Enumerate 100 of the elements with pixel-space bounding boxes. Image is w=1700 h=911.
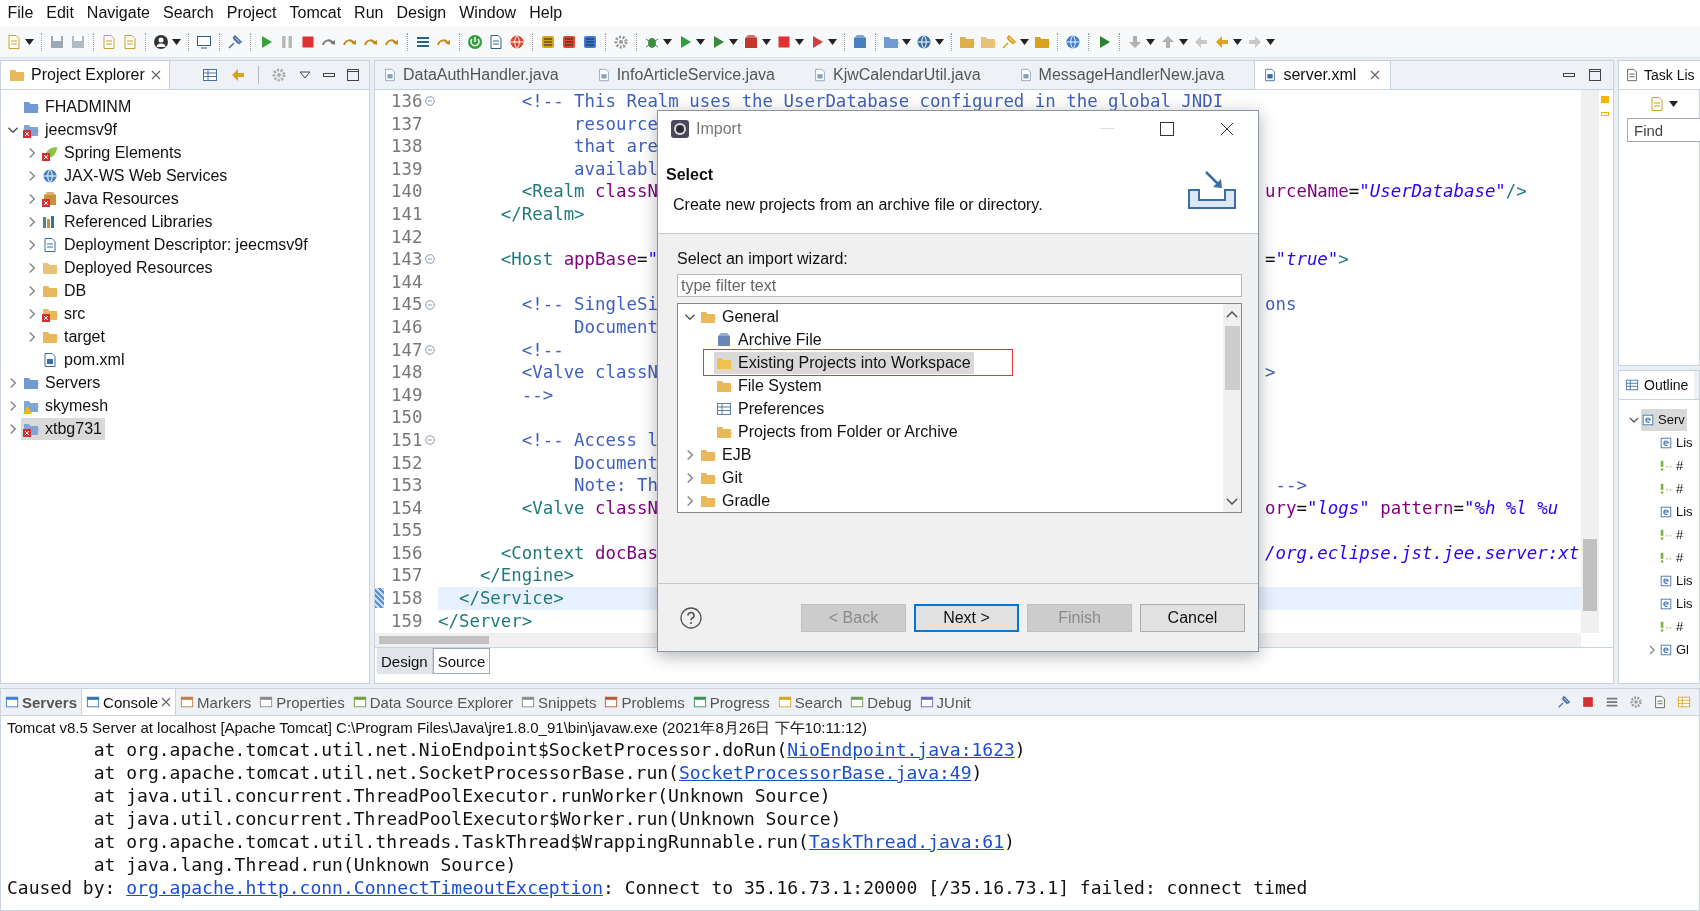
- tree-item[interactable]: skymesh: [21, 394, 112, 417]
- tree-item[interactable]: Deployed Resources: [40, 256, 216, 279]
- help-icon[interactable]: [680, 606, 702, 629]
- view-tab[interactable]: Progress: [688, 689, 774, 715]
- tree-item[interactable]: FHADMINM: [21, 95, 135, 118]
- caret-icon[interactable]: [828, 38, 837, 45]
- close-icon[interactable]: [161, 697, 172, 707]
- scrollbar[interactable]: [1581, 90, 1599, 633]
- view-tab[interactable]: Console: [81, 689, 177, 715]
- link[interactable]: org.apache.http.conn.ConnectTimeoutException: [126, 877, 604, 898]
- tree-item[interactable]: Referenced Libraries: [40, 210, 216, 233]
- caret-icon[interactable]: [696, 38, 705, 45]
- link[interactable]: TaskThread.java:61: [808, 831, 1004, 852]
- menu-item[interactable]: Run: [347, 4, 390, 22]
- menu-item[interactable]: Tomcat: [283, 4, 348, 22]
- tile-icon[interactable]: [561, 33, 577, 50]
- collapse-icon[interactable]: [425, 299, 435, 310]
- collapse-all-icon[interactable]: [202, 67, 218, 83]
- tile-icon[interactable]: [540, 33, 556, 50]
- lines-icon[interactable]: [1605, 695, 1619, 709]
- view-menu-icon[interactable]: [299, 71, 311, 79]
- caret-icon[interactable]: [902, 38, 911, 45]
- tree-item[interactable]: target: [40, 325, 108, 348]
- caret-icon[interactable]: [1146, 38, 1155, 45]
- tile-icon[interactable]: [582, 33, 598, 50]
- editor-mode-tab[interactable]: Design: [377, 648, 433, 674]
- pause-icon[interactable]: [279, 33, 295, 50]
- caret-icon[interactable]: [762, 38, 771, 45]
- minimize-icon[interactable]: [1563, 73, 1575, 77]
- tree-item[interactable]: JAX-WS Web Services: [40, 164, 231, 187]
- warning-marker[interactable]: [1601, 96, 1609, 103]
- tree-item[interactable]: xtbg731: [21, 417, 105, 440]
- dialog-button[interactable]: Next >: [914, 603, 1019, 632]
- scrollbar[interactable]: [1223, 304, 1241, 512]
- collapse-icon[interactable]: [425, 96, 435, 107]
- tree-item[interactable]: DB: [40, 279, 90, 302]
- tree-item[interactable]: Deployment Descriptor: jeecmsv9f: [40, 233, 311, 256]
- document-icon[interactable]: [488, 33, 504, 50]
- globe-icon[interactable]: [509, 33, 525, 50]
- scrollbar-thumb[interactable]: [1583, 539, 1597, 611]
- table-icon[interactable]: [1677, 695, 1691, 709]
- tree-item[interactable]: Servers: [21, 371, 104, 394]
- tree-item[interactable]: Spring Elements: [40, 141, 185, 164]
- caret-icon[interactable]: [1233, 38, 1242, 45]
- caret-icon[interactable]: [795, 38, 804, 45]
- minimize-icon[interactable]: [323, 73, 335, 77]
- tree-item[interactable]: #: [1659, 546, 1686, 569]
- scrollbar-thumb[interactable]: [1224, 326, 1240, 390]
- tree-item[interactable]: #: [1659, 523, 1686, 546]
- view-tab[interactable]: Search: [773, 689, 847, 715]
- tree-item[interactable]: Archive File: [714, 328, 825, 351]
- find-field[interactable]: Find: [1627, 118, 1700, 142]
- menu-item[interactable]: Help: [522, 4, 569, 22]
- editor-tab[interactable]: InfoArticleService.java: [588, 61, 805, 89]
- tree-item[interactable]: Gl: [1659, 638, 1691, 661]
- filter-icon[interactable]: [271, 67, 287, 83]
- caret-icon[interactable]: [935, 38, 944, 45]
- editor-tab[interactable]: server.xml: [1254, 61, 1392, 89]
- view-tab[interactable]: JUnit: [915, 689, 975, 715]
- tree-item[interactable]: Projects from Folder or Archive: [714, 420, 961, 443]
- save-icon[interactable]: [70, 33, 86, 50]
- editor-tab[interactable]: KjwCalendarUtil.java: [804, 61, 1011, 89]
- tree-item[interactable]: Preferences: [714, 397, 828, 420]
- caret-icon[interactable]: [25, 38, 34, 45]
- view-tab[interactable]: Snippets: [517, 689, 601, 715]
- view-tab[interactable]: Project Explorer: [1, 61, 170, 89]
- caret-icon[interactable]: [172, 38, 181, 45]
- view-tab[interactable]: Debug: [846, 689, 916, 715]
- caret-icon[interactable]: [1179, 38, 1188, 45]
- tree-item[interactable]: #: [1659, 454, 1686, 477]
- globe-icon[interactable]: [1065, 33, 1081, 50]
- link[interactable]: NioEndpoint.java:1623: [787, 739, 1015, 760]
- tree-item[interactable]: Lis: [1659, 500, 1695, 523]
- package-icon[interactable]: [743, 33, 759, 50]
- tree-item[interactable]: Gradle: [698, 489, 774, 512]
- caret-icon[interactable]: [1266, 38, 1275, 45]
- filter-field[interactable]: type filter text: [677, 274, 1242, 297]
- monitor-icon[interactable]: [196, 33, 212, 50]
- dialog-button[interactable]: Cancel: [1140, 603, 1245, 632]
- tree-item[interactable]: Lis: [1659, 569, 1695, 592]
- tree-item[interactable]: #: [1659, 615, 1686, 638]
- package-icon[interactable]: [852, 33, 868, 50]
- save-icon[interactable]: [49, 33, 65, 50]
- tree-item[interactable]: Lis: [1659, 592, 1695, 615]
- tree-item[interactable]: pom.xml: [40, 348, 128, 371]
- view-tab[interactable]: Outline: [1619, 371, 1695, 399]
- caret-icon[interactable]: [1669, 101, 1678, 107]
- gear-icon[interactable]: [1629, 695, 1643, 709]
- menu-item[interactable]: File: [1, 4, 40, 22]
- menu-item[interactable]: Navigate: [80, 4, 157, 22]
- close-icon[interactable]: [1220, 121, 1234, 136]
- caret-icon[interactable]: [663, 38, 672, 45]
- view-tab[interactable]: Properties: [255, 689, 349, 715]
- caret-icon[interactable]: [1020, 38, 1029, 45]
- tree-item[interactable]: Git: [698, 466, 746, 489]
- globe-icon[interactable]: [916, 33, 932, 50]
- editor-tab[interactable]: MessageHandlerNew.java: [1010, 61, 1255, 89]
- tree-item[interactable]: Java Resources: [40, 187, 182, 210]
- power-icon[interactable]: [467, 33, 483, 50]
- wizard-list[interactable]: General Archive File Existing Projects into Workspace File System Preferences Projects from Folder or Archive EJB Git Gradle: [677, 303, 1242, 513]
